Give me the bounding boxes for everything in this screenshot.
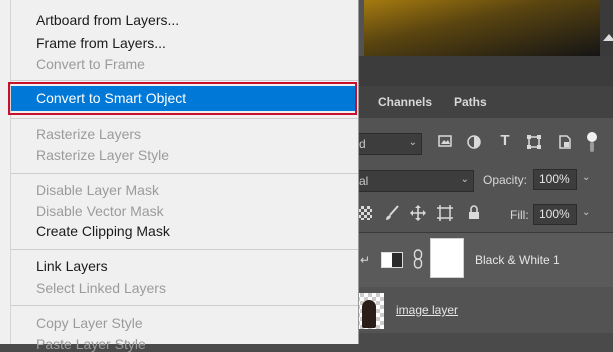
lock-position-icon[interactable] — [410, 205, 426, 221]
menu-separator — [11, 249, 358, 250]
menu-item-paste-layer-style: Paste Layer Style — [36, 336, 146, 352]
menu-icon-gutter-divider — [10, 0, 11, 344]
adjustment-filter-icon[interactable] — [466, 135, 482, 151]
tab-paths[interactable]: Paths — [454, 86, 494, 118]
menu-separator — [11, 305, 358, 306]
opacity-field[interactable]: 100% — [533, 169, 577, 190]
lock-all-icon[interactable] — [467, 205, 481, 221]
layer-name-black-white[interactable]: Black & White 1 — [475, 253, 560, 267]
chain-link-icon[interactable] — [412, 249, 424, 269]
menu-item-artboard-from-layers[interactable]: Artboard from Layers... — [36, 12, 179, 28]
panel-divider-area — [340, 56, 613, 86]
layer-kind-filter-value: d — [359, 137, 366, 151]
menu-separator — [11, 173, 358, 174]
opacity-label: Opacity: — [483, 173, 528, 187]
person-thumbnail-icon — [362, 300, 376, 328]
image-filter-icon[interactable] — [437, 135, 453, 151]
menu-separator — [11, 80, 358, 81]
color-slider-handle-icon[interactable] — [603, 34, 613, 41]
shape-filter-icon[interactable] — [526, 135, 542, 151]
menu-separator — [11, 118, 358, 119]
menu-item-convert-to-frame: Convert to Frame — [36, 56, 145, 72]
tab-channels[interactable]: Channels — [378, 86, 442, 118]
chevron-down-icon: ⌄ — [460, 174, 469, 185]
layer-kind-filter-dropdown[interactable]: d ⌄ — [356, 133, 422, 155]
blend-mode-value: al — [359, 174, 369, 188]
menu-item-frame-from-layers[interactable]: Frame from Layers... — [36, 35, 166, 51]
clipping-arrow-icon: ↵ — [359, 253, 371, 267]
lock-paint-icon[interactable] — [384, 205, 400, 221]
menu-item-disable-layer-mask: Disable Layer Mask — [36, 182, 159, 198]
blend-mode-dropdown[interactable]: al ⌄ — [356, 170, 474, 192]
menu-item-rasterize-layer-style: Rasterize Layer Style — [36, 147, 170, 163]
chevron-down-icon: ⌄ — [408, 137, 417, 148]
layer-name-image[interactable]: image layer — [396, 303, 458, 317]
fill-field[interactable]: 100% — [533, 204, 577, 225]
smart-object-filter-icon[interactable] — [557, 135, 573, 151]
menu-item-select-linked-layers: Select Linked Layers — [36, 280, 166, 296]
fill-value: 100% — [539, 207, 570, 221]
color-slider[interactable] — [600, 0, 613, 56]
menu-item-disable-vector-mask: Disable Vector Mask — [36, 203, 164, 219]
type-filter-icon[interactable]: T — [497, 133, 513, 151]
filter-toggle-icon[interactable] — [585, 131, 599, 153]
opacity-chevron-icon[interactable]: ⌄ — [582, 172, 590, 183]
fill-label: Fill: — [510, 208, 529, 222]
menu-border — [358, 0, 359, 344]
menu-item-link-layers[interactable]: Link Layers — [36, 258, 108, 274]
opacity-value: 100% — [539, 172, 570, 186]
panel-bottom-strip — [340, 333, 613, 344]
layer-mask-thumbnail[interactable] — [430, 238, 464, 278]
menu-item-create-clipping-mask[interactable]: Create Clipping Mask — [36, 223, 170, 239]
menu-item-convert-to-smart-object[interactable]: Convert to Smart Object — [36, 90, 186, 106]
lock-artboard-icon[interactable] — [437, 205, 453, 221]
color-picker-gradient[interactable] — [364, 0, 600, 56]
adjustment-layer-thumbnail-icon[interactable] — [381, 252, 403, 268]
lock-transparent-icon[interactable] — [358, 206, 372, 220]
fill-chevron-icon[interactable]: ⌄ — [582, 207, 590, 218]
menu-item-rasterize-layers: Rasterize Layers — [36, 126, 142, 142]
menu-item-copy-layer-style: Copy Layer Style — [36, 315, 143, 331]
